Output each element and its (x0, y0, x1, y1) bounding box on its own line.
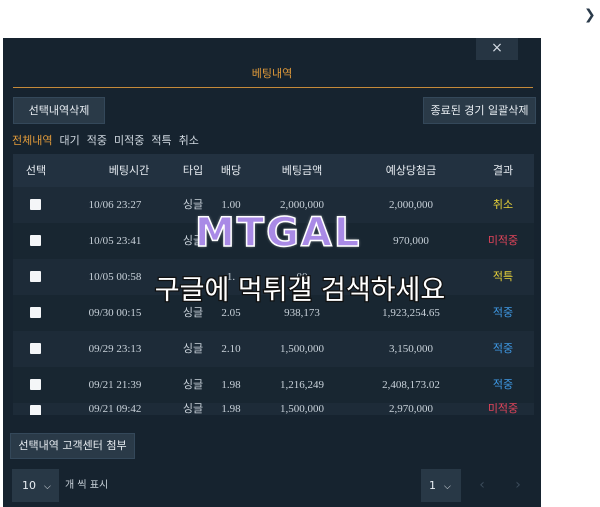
expected-winnings: 2,408,173.02 (382, 379, 440, 391)
per-page-label: 개 씩 표시 (65, 480, 109, 491)
modal-title: 베팅내역 (251, 67, 293, 80)
table-row: 09/30 00:15 싱글 2.05 938,173 1,923,254.65… (13, 295, 534, 331)
bet-result: 취소 (492, 198, 514, 211)
column-header-select: 선택 (25, 164, 47, 177)
bet-result: 미적중 (487, 403, 519, 415)
bet-time: 10/06 23:27 (88, 199, 142, 211)
column-header-time: 베팅시간 (108, 164, 150, 177)
row-checkbox[interactable] (30, 235, 41, 246)
table-row: 09/21 09:42 싱글 1.98 1,500,000 2,970,000 … (13, 403, 534, 415)
bet-time: 09/30 00:15 (88, 307, 142, 319)
column-header-result: 결과 (492, 164, 514, 177)
row-checkbox[interactable] (30, 343, 41, 354)
bet-odds: 1.00 (221, 199, 241, 211)
row-checkbox[interactable] (30, 307, 41, 318)
bet-odds: 2.10 (221, 343, 241, 355)
close-icon: × (491, 40, 503, 56)
bet-odds: 2.05 (221, 307, 241, 319)
per-page-value: 10 (22, 479, 36, 492)
table-row: 09/21 21:39 싱글 1.98 1,216,249 2,408,173.… (13, 367, 534, 403)
filter-tab-cancel[interactable]: 취소 (179, 134, 199, 147)
bet-type: 싱글 (182, 234, 204, 247)
bet-type: 싱글 (182, 306, 204, 319)
expected-winnings: 1,923,254.65 (382, 307, 440, 319)
row-checkbox[interactable] (30, 405, 41, 415)
row-checkbox[interactable] (30, 199, 41, 210)
column-header-expected: 예상당첨금 (385, 164, 437, 177)
attach-to-support-button[interactable]: 선택내역 고객센터 첨부 (10, 433, 135, 459)
column-header-odds: 배당 (220, 164, 242, 177)
bet-amount: 2,000,000 (280, 199, 324, 211)
filter-tab-hit[interactable]: 적중 (87, 134, 107, 147)
expected-winnings: 2,970,000 (389, 403, 433, 415)
bet-result: 적중 (492, 378, 514, 391)
bet-time: 09/21 09:42 (88, 403, 142, 415)
row-checkbox[interactable] (30, 271, 41, 282)
bet-time: 10/05 23:41 (88, 235, 142, 247)
bet-time: 10/05 00:58 (88, 271, 142, 283)
bet-amount: 00 (296, 271, 308, 283)
bet-amount: 1,500,000 (280, 343, 324, 355)
chevron-down-icon: ⌵ (44, 482, 51, 492)
per-page-select[interactable]: 10 ⌵ (12, 469, 59, 502)
chevron-down-icon: ⌵ (444, 482, 451, 492)
delete-selected-button[interactable]: 선택내역삭제 (13, 97, 105, 124)
bet-type: 싱글 (182, 403, 204, 415)
betting-history-modal: × 베팅내역 선택내역삭제 종료된 경기 일괄삭제 전체내역 대기 적중 미적중 적특 취… (3, 38, 541, 507)
chevron-icon: ❯ (584, 7, 596, 23)
filter-tabs: 전체내역 대기 적중 미적중 적특 취소 (12, 132, 206, 148)
expected-winnings: 970,000 (393, 235, 429, 247)
close-button[interactable]: × (476, 38, 518, 60)
bet-type: 싱글 (182, 198, 204, 211)
bet-odds: 1. (226, 271, 236, 283)
bet-time: 09/21 21:39 (88, 379, 142, 391)
table-header: 선택 베팅시간 타입 배당 베팅금액 예상당첨금 결과 (13, 154, 534, 187)
filter-tab-pending[interactable]: 대기 (59, 134, 79, 147)
table-row: 10/06 23:27 싱글 1.00 2,000,000 2,000,000 … (13, 187, 534, 223)
bet-result: 미적중 (487, 234, 519, 247)
bet-amount: 1,216,249 (280, 379, 324, 391)
bet-type: 싱글 (182, 342, 204, 355)
filter-tab-all[interactable]: 전체내역 (12, 134, 52, 147)
expected-winnings: 2,000,000 (389, 199, 433, 211)
bet-amount: 1,500,000 (280, 403, 324, 415)
table-row: 10/05 00:58 1. 00 적특 (13, 259, 534, 295)
page-select[interactable]: 1 ⌵ (421, 469, 461, 502)
bet-amount: 938,173 (284, 307, 320, 319)
bet-odds: 1.98 (221, 379, 241, 391)
page-value: 1 (429, 479, 436, 492)
row-checkbox[interactable] (30, 379, 41, 390)
bet-result: 적중 (492, 342, 514, 355)
filter-tab-special[interactable]: 적특 (151, 134, 171, 147)
column-header-type: 타입 (182, 164, 204, 177)
table-row: 10/05 23:41 싱글 970,000 미적중 (13, 223, 534, 259)
bet-type: 싱글 (182, 378, 204, 391)
table-row: 09/29 23:13 싱글 2.10 1,500,000 3,150,000 … (13, 331, 534, 367)
chevron-right-icon[interactable]: › (503, 469, 533, 502)
bet-result: 적중 (492, 306, 514, 319)
bet-odds: 1.98 (221, 403, 241, 415)
expected-winnings: 3,150,000 (389, 343, 433, 355)
column-header-amount: 베팅금액 (281, 164, 323, 177)
delete-finished-button[interactable]: 종료된 경기 일괄삭제 (423, 97, 536, 124)
bet-time: 09/29 23:13 (88, 343, 142, 355)
chevron-left-icon[interactable]: ‹ (467, 469, 497, 502)
bet-result: 적특 (492, 270, 514, 283)
title-divider (13, 87, 533, 88)
filter-tab-miss[interactable]: 미적중 (114, 134, 144, 147)
